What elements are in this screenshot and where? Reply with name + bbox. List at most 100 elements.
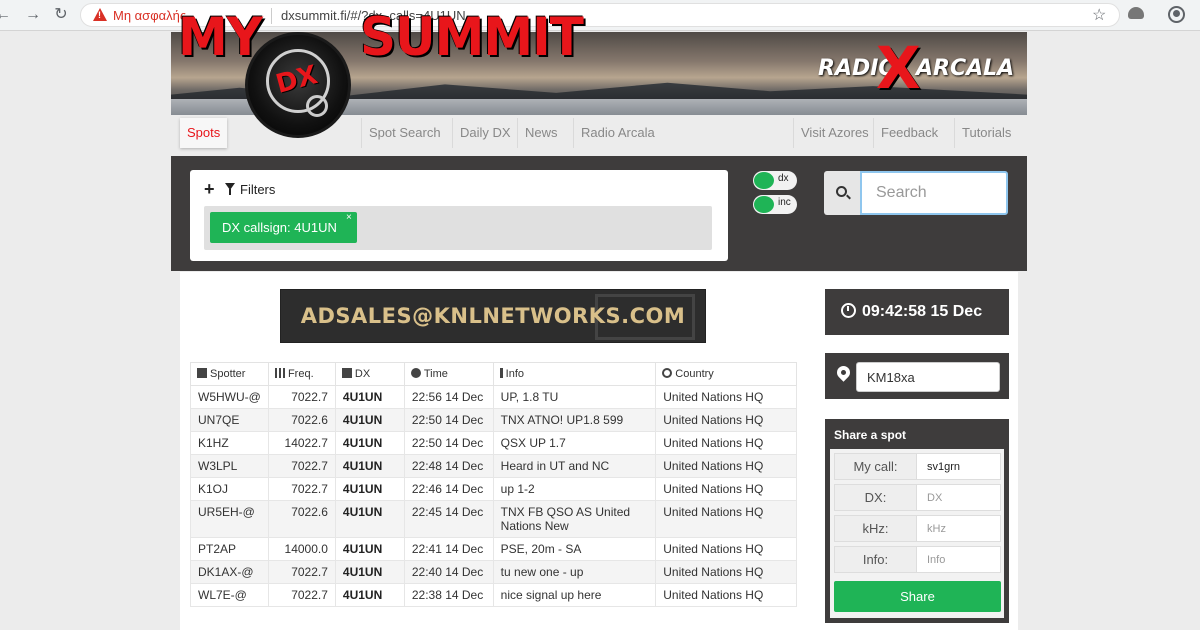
- filter-bar: + Filters DX callsign: 4U1UN × dx inc: [171, 156, 1027, 271]
- dx-label: DX:: [835, 485, 917, 510]
- cell-spotter[interactable]: UN7QE: [190, 408, 269, 432]
- share-form: My call: DX: kHz: Info: Share: [830, 449, 1004, 618]
- cell-dx[interactable]: 4U1UN: [334, 500, 405, 538]
- active-filters-area: DX callsign: 4U1UN ×: [204, 206, 712, 250]
- nav-news[interactable]: News: [517, 118, 565, 148]
- col-spotter[interactable]: Spotter: [190, 362, 269, 386]
- cell-spotter[interactable]: UR5EH-@: [190, 500, 269, 538]
- dx-emblem-logo[interactable]: DX: [245, 32, 351, 138]
- cell-country: United Nations HQ: [655, 477, 797, 501]
- nav-feedback[interactable]: Feedback: [873, 118, 945, 148]
- warning-icon: [93, 8, 107, 21]
- cell-country: United Nations HQ: [655, 408, 797, 432]
- info-label: Info:: [835, 547, 917, 572]
- ad-banner[interactable]: ADSALES@KNLNETWORKS.COM: [280, 289, 706, 343]
- cell-dx[interactable]: 4U1UN: [334, 477, 405, 501]
- forward-icon[interactable]: →: [22, 4, 44, 26]
- add-filter-icon[interactable]: +: [204, 179, 215, 200]
- cell-dx[interactable]: 4U1UN: [334, 385, 405, 409]
- toggle-knob: [754, 172, 774, 189]
- cell-time: 22:50 14 Dec: [403, 431, 494, 455]
- reload-icon[interactable]: ↻: [50, 4, 72, 26]
- toggle-inc[interactable]: inc: [753, 195, 797, 214]
- mycall-input[interactable]: [919, 455, 999, 478]
- table-row[interactable]: UN7QE 7022.6 4U1UN 22:50 14 Dec TNX ATNO! UP…: [190, 408, 797, 432]
- table-row[interactable]: K1HZ 14022.7 4U1UN 22:50 14 Dec QSX UP 1.7 Un…: [190, 431, 797, 455]
- share-row-mycall: My call:: [834, 453, 1001, 480]
- cell-dx[interactable]: 4U1UN: [334, 454, 405, 478]
- extension-icon[interactable]: [1128, 7, 1144, 19]
- share-title: Share a spot: [834, 428, 907, 442]
- signal-bars-icon: [274, 368, 285, 378]
- nav-radio-arcala[interactable]: Radio Arcala: [573, 118, 662, 148]
- dx-input[interactable]: [919, 486, 999, 509]
- table-row[interactable]: K1OJ 7022.7 4U1UN 22:46 14 Dec up 1-2 United …: [190, 477, 797, 501]
- cell-time: 22:48 14 Dec: [403, 454, 494, 478]
- search-icon: [836, 186, 847, 197]
- bookmark-star-icon[interactable]: ☆: [1092, 5, 1106, 25]
- nav-tutorials[interactable]: Tutorials: [954, 118, 1018, 148]
- cell-country: United Nations HQ: [655, 583, 797, 607]
- cell-dx[interactable]: 4U1UN: [334, 431, 405, 455]
- table-row[interactable]: DK1AX-@ 7022.7 4U1UN 22:40 14 Dec tu new one…: [190, 560, 797, 584]
- cell-spotter[interactable]: W3LPL: [190, 454, 269, 478]
- cell-time: 22:56 14 Dec: [403, 385, 494, 409]
- table-row[interactable]: PT2AP 14000.0 4U1UN 22:41 14 Dec PSE, 20m - …: [190, 537, 797, 561]
- cell-dx[interactable]: 4U1UN: [334, 583, 405, 607]
- cell-spotter[interactable]: K1OJ: [190, 477, 269, 501]
- filters-label[interactable]: Filters: [240, 182, 275, 197]
- cell-freq: 14022.7: [267, 431, 336, 455]
- close-icon[interactable]: ×: [346, 202, 352, 233]
- filter-chip-dx-callsign[interactable]: DX callsign: 4U1UN ×: [210, 212, 357, 243]
- col-country[interactable]: Country: [655, 362, 797, 386]
- info-icon: [499, 368, 503, 378]
- search-button[interactable]: [824, 171, 860, 215]
- toggle-dx[interactable]: dx: [753, 171, 797, 190]
- cell-dx[interactable]: 4U1UN: [334, 537, 405, 561]
- nav-visit-azores[interactable]: Visit Azores: [793, 118, 876, 148]
- cell-spotter[interactable]: WL7E-@: [190, 583, 269, 607]
- cell-freq: 7022.7: [267, 560, 336, 584]
- cell-freq: 7022.7: [267, 454, 336, 478]
- cell-time: 22:46 14 Dec: [403, 477, 494, 501]
- locator-input[interactable]: [856, 362, 1000, 392]
- cell-info: TNX ATNO! UP1.8 599: [492, 408, 657, 432]
- nav-spot-search[interactable]: Spot Search: [361, 118, 448, 148]
- khz-label: kHz:: [835, 516, 917, 541]
- cell-info: UP, 1.8 TU: [492, 385, 657, 409]
- col-dx[interactable]: DX: [334, 362, 405, 386]
- cell-country: United Nations HQ: [655, 537, 797, 561]
- khz-input[interactable]: [919, 517, 999, 540]
- cell-spotter[interactable]: DK1AX-@: [190, 560, 269, 584]
- antenna-icon: [341, 368, 352, 378]
- col-freq[interactable]: Freq.: [267, 362, 336, 386]
- antenna-icon: [197, 368, 207, 378]
- table-row[interactable]: W5HWU-@ 7022.7 4U1UN 22:56 14 Dec UP, 1.8 TU…: [190, 385, 797, 409]
- nav-spots[interactable]: Spots: [180, 118, 228, 148]
- share-button[interactable]: Share: [834, 581, 1001, 612]
- ad-text: ADSALES@KNLNETWORKS.COM: [300, 304, 686, 328]
- info-input[interactable]: [919, 548, 999, 571]
- cell-freq: 7022.6: [267, 408, 336, 432]
- cell-info: QSX UP 1.7: [492, 431, 657, 455]
- toggle-dx-label: dx: [778, 173, 789, 184]
- col-time[interactable]: Time: [403, 362, 494, 386]
- cell-time: 22:50 14 Dec: [403, 408, 494, 432]
- table-row[interactable]: W3LPL 7022.7 4U1UN 22:48 14 Dec Heard in UT …: [190, 454, 797, 478]
- nav-daily-dx[interactable]: Daily DX: [452, 118, 518, 148]
- insecure-label[interactable]: Μη ασφαλής: [113, 8, 186, 23]
- clock-icon: [410, 368, 421, 378]
- table-row[interactable]: WL7E-@ 7022.7 4U1UN 22:38 14 Dec nice signal…: [190, 583, 797, 607]
- cell-spotter[interactable]: K1HZ: [190, 431, 269, 455]
- cell-spotter[interactable]: W5HWU-@: [190, 385, 269, 409]
- cell-dx[interactable]: 4U1UN: [334, 408, 405, 432]
- share-row-info: Info:: [834, 546, 1001, 573]
- cell-country: United Nations HQ: [655, 431, 797, 455]
- table-row[interactable]: UR5EH-@ 7022.6 4U1UN 22:45 14 Dec TNX FB QSO…: [190, 500, 797, 538]
- cell-spotter[interactable]: PT2AP: [190, 537, 269, 561]
- search-input[interactable]: [860, 171, 1008, 215]
- cell-dx[interactable]: 4U1UN: [334, 560, 405, 584]
- col-info[interactable]: Info: [492, 362, 657, 386]
- back-icon[interactable]: ←: [0, 4, 14, 26]
- account-icon[interactable]: [1168, 6, 1185, 23]
